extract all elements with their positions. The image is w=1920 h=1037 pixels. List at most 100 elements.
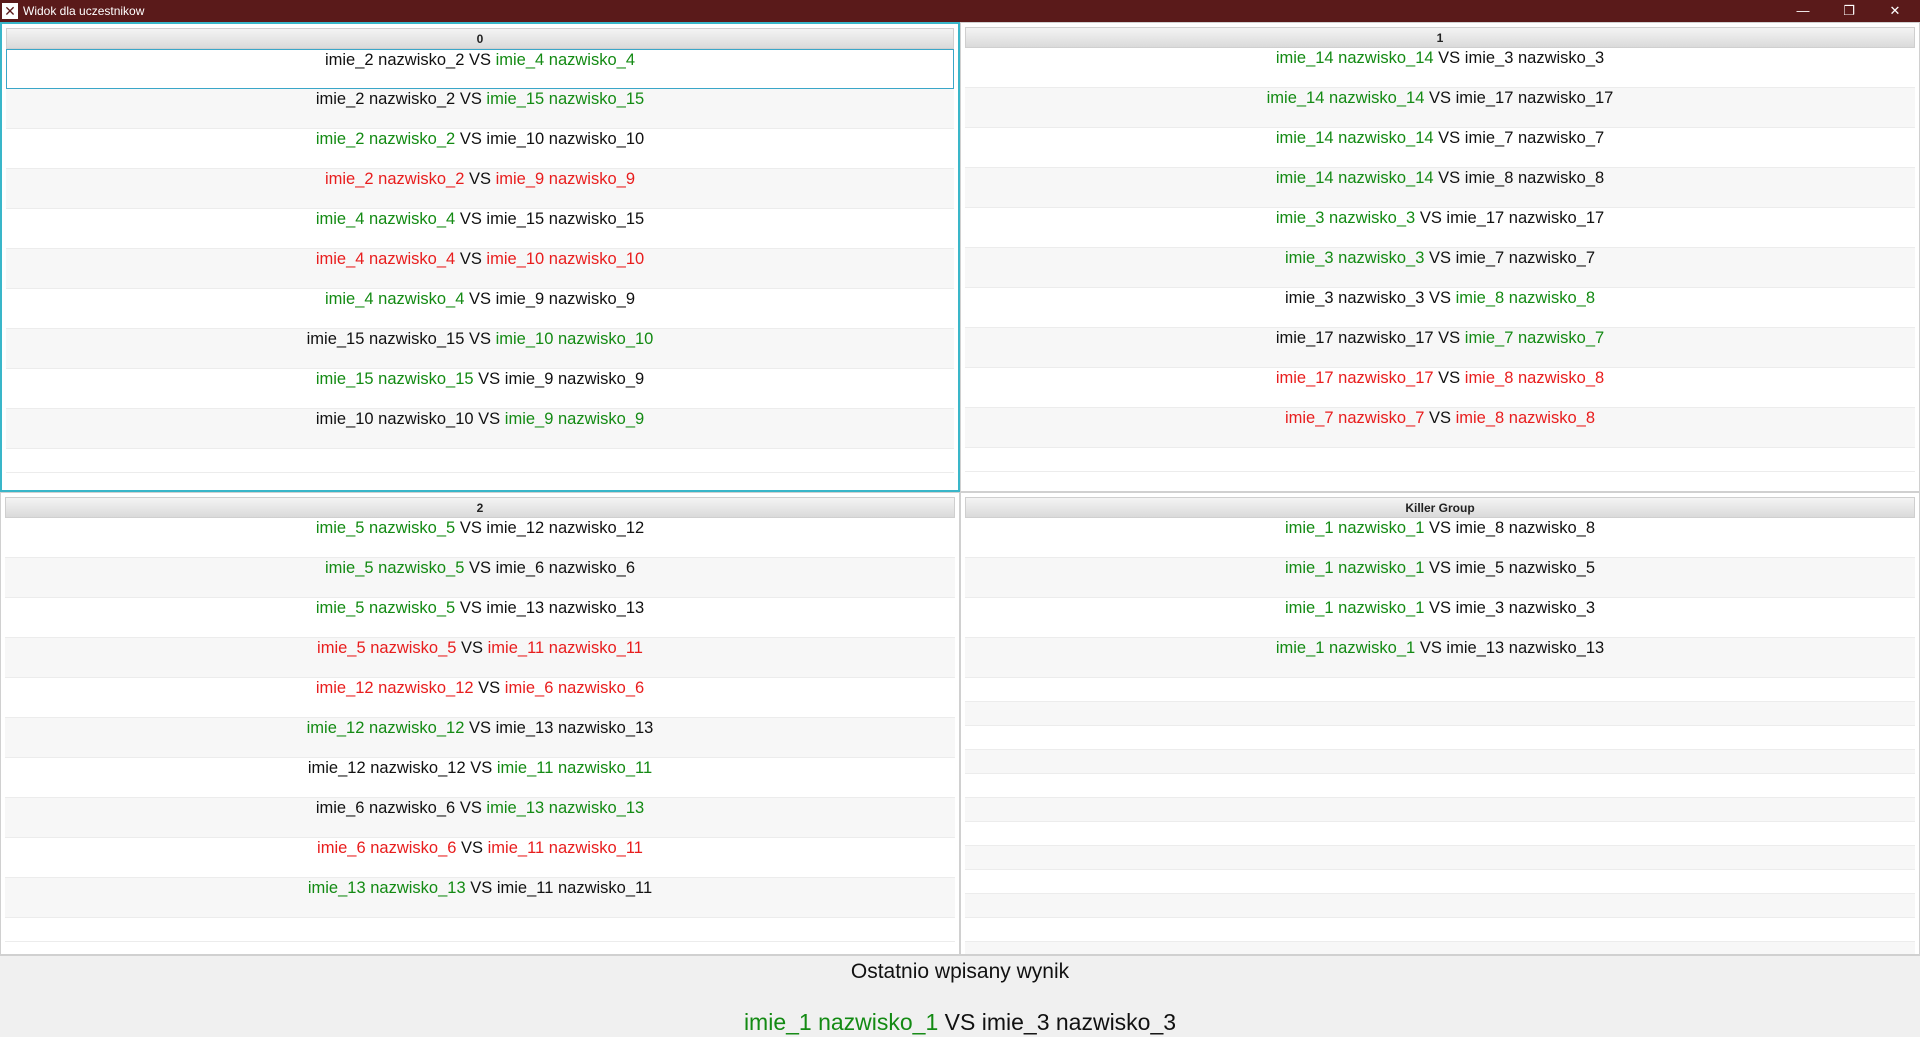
last-result-match: imie_1 nazwisko_1 VS imie_3 nazwisko_3 — [0, 1009, 1920, 1036]
player-b: imie_9 nazwisko_9 — [504, 410, 645, 428]
player-a: imie_14 nazwisko_14 — [1275, 49, 1434, 67]
vs-text: VS — [478, 410, 501, 428]
match-row[interactable]: imie_14 nazwisko_14 VS imie_17 nazwisko_… — [965, 88, 1915, 128]
player-a: imie_15 nazwisko_15 — [315, 370, 474, 388]
match-row[interactable]: imie_6 nazwisko_6 VS imie_11 nazwisko_11 — [5, 838, 955, 878]
match-row[interactable]: imie_1 nazwisko_1 VS imie_5 nazwisko_5 — [965, 558, 1915, 598]
group-panel-1[interactable]: 1 imie_14 nazwisko_14 VS imie_3 nazwisko… — [960, 22, 1920, 492]
match-row[interactable]: imie_5 nazwisko_5 VS imie_6 nazwisko_6 — [5, 558, 955, 598]
match-row[interactable]: imie_14 nazwisko_14 VS imie_7 nazwisko_7 — [965, 128, 1915, 168]
minimize-button[interactable]: — — [1780, 0, 1826, 22]
vs-text: VS — [459, 799, 482, 817]
empty-row — [6, 449, 954, 473]
empty-row — [965, 678, 1915, 702]
vs-text: VS — [459, 519, 482, 537]
player-b: imie_10 nazwisko_10 — [486, 250, 645, 268]
vs-text: VS — [1419, 209, 1442, 227]
last-result-player-b: imie_3 nazwisko_3 — [981, 1009, 1177, 1035]
match-row[interactable]: imie_4 nazwisko_4 VS imie_10 nazwisko_10 — [6, 249, 954, 289]
player-a: imie_3 nazwisko_3 — [1275, 209, 1416, 227]
player-b: imie_4 nazwisko_4 — [495, 51, 635, 69]
match-row[interactable]: imie_15 nazwisko_15 VS imie_9 nazwisko_9 — [6, 369, 954, 409]
match-row[interactable]: imie_3 nazwisko_3 VS imie_8 nazwisko_8 — [965, 288, 1915, 328]
empty-row — [965, 942, 1915, 954]
player-b: imie_12 nazwisko_12 — [486, 519, 645, 537]
player-a: imie_5 nazwisko_5 — [315, 599, 456, 617]
vs-text: VS — [459, 250, 482, 268]
vs-text: VS — [461, 839, 484, 857]
vs-text: VS — [459, 599, 482, 617]
match-row[interactable]: imie_14 nazwisko_14 VS imie_3 nazwisko_3 — [965, 48, 1915, 88]
match-row[interactable]: imie_12 nazwisko_12 VS imie_13 nazwisko_… — [5, 718, 955, 758]
match-row[interactable]: imie_5 nazwisko_5 VS imie_13 nazwisko_13 — [5, 598, 955, 638]
close-button[interactable]: ✕ — [1872, 0, 1918, 22]
match-row[interactable]: imie_2 nazwisko_2 VS imie_9 nazwisko_9 — [6, 169, 954, 209]
group-panel-killer[interactable]: Killer Group imie_1 nazwisko_1 VS imie_8… — [960, 492, 1920, 955]
vs-text: VS — [1438, 129, 1461, 147]
match-row[interactable]: imie_5 nazwisko_5 VS imie_11 nazwisko_11 — [5, 638, 955, 678]
group-panel-0[interactable]: 0 imie_2 nazwisko_2 VS imie_4 nazwisko_4… — [0, 22, 960, 492]
match-row[interactable]: imie_2 nazwisko_2 VS imie_10 nazwisko_10 — [6, 129, 954, 169]
vs-text: VS — [1428, 89, 1451, 107]
player-b: imie_7 nazwisko_7 — [1464, 329, 1605, 347]
player-a: imie_4 nazwisko_4 — [324, 290, 465, 308]
group-panel-2[interactable]: 2 imie_5 nazwisko_5 VS imie_12 nazwisko_… — [0, 492, 960, 955]
match-row[interactable]: imie_2 nazwisko_2 VS imie_15 nazwisko_15 — [6, 89, 954, 129]
match-row[interactable]: imie_17 nazwisko_17 VS imie_8 nazwisko_8 — [965, 368, 1915, 408]
vs-text: VS — [1428, 519, 1451, 537]
player-a: imie_7 nazwisko_7 — [1284, 409, 1425, 427]
player-b: imie_9 nazwisko_9 — [495, 170, 635, 188]
match-row[interactable]: imie_13 nazwisko_13 VS imie_11 nazwisko_… — [5, 878, 955, 918]
match-row[interactable]: imie_1 nazwisko_1 VS imie_3 nazwisko_3 — [965, 598, 1915, 638]
vs-text: VS — [459, 90, 482, 108]
empty-row — [965, 918, 1915, 942]
match-row[interactable]: imie_14 nazwisko_14 VS imie_8 nazwisko_8 — [965, 168, 1915, 208]
match-row[interactable]: imie_17 nazwisko_17 VS imie_7 nazwisko_7 — [965, 328, 1915, 368]
vs-text: VS — [459, 130, 482, 148]
match-row[interactable]: imie_2 nazwisko_2 VS imie_4 nazwisko_4 — [6, 49, 954, 89]
group-header: 1 — [965, 27, 1915, 48]
restore-button[interactable]: ❐ — [1826, 0, 1872, 22]
player-a: imie_2 nazwisko_2 — [324, 170, 465, 188]
vs-text: VS — [468, 290, 491, 308]
player-a: imie_6 nazwisko_6 — [317, 839, 457, 857]
match-list[interactable]: imie_5 nazwisko_5 VS imie_12 nazwisko_12… — [5, 518, 955, 942]
player-b: imie_10 nazwisko_10 — [495, 330, 654, 348]
vs-text: VS — [1428, 249, 1451, 267]
match-row[interactable]: imie_1 nazwisko_1 VS imie_13 nazwisko_13 — [965, 638, 1915, 678]
match-row[interactable]: imie_3 nazwisko_3 VS imie_7 nazwisko_7 — [965, 248, 1915, 288]
player-b: imie_7 nazwisko_7 — [1464, 129, 1605, 147]
last-result-label: Ostatnio wpisany wynik — [850, 960, 1070, 983]
match-list[interactable]: imie_1 nazwisko_1 VS imie_8 nazwisko_8 im… — [965, 518, 1915, 954]
match-row[interactable]: imie_15 nazwisko_15 VS imie_10 nazwisko_… — [6, 329, 954, 369]
title-bar: ✕ Widok dla uczestnikow — ❐ ✕ — [0, 0, 1920, 22]
vs-text: VS — [478, 679, 501, 697]
player-b: imie_10 nazwisko_10 — [486, 130, 645, 148]
match-row[interactable]: imie_6 nazwisko_6 VS imie_13 nazwisko_13 — [5, 798, 955, 838]
match-list[interactable]: imie_14 nazwisko_14 VS imie_3 nazwisko_3… — [965, 48, 1915, 472]
match-row[interactable]: imie_5 nazwisko_5 VS imie_12 nazwisko_12 — [5, 518, 955, 558]
app-icon: ✕ — [2, 3, 18, 19]
player-a: imie_15 nazwisko_15 — [306, 330, 465, 348]
empty-row — [965, 702, 1915, 726]
player-b: imie_8 nazwisko_8 — [1464, 369, 1605, 387]
player-a: imie_17 nazwisko_17 — [1275, 369, 1434, 387]
match-row[interactable]: imie_4 nazwisko_4 VS imie_9 nazwisko_9 — [6, 289, 954, 329]
match-row[interactable]: imie_3 nazwisko_3 VS imie_17 nazwisko_17 — [965, 208, 1915, 248]
group-header: 2 — [5, 497, 955, 518]
match-list[interactable]: imie_2 nazwisko_2 VS imie_4 nazwisko_4 im… — [6, 49, 954, 473]
match-row[interactable]: imie_12 nazwisko_12 VS imie_6 nazwisko_6 — [5, 678, 955, 718]
empty-row — [965, 774, 1915, 798]
match-row[interactable]: imie_7 nazwisko_7 VS imie_8 nazwisko_8 — [965, 408, 1915, 448]
player-a: imie_14 nazwisko_14 — [1275, 129, 1434, 147]
player-a: imie_4 nazwisko_4 — [315, 210, 456, 228]
match-row[interactable]: imie_10 nazwisko_10 VS imie_9 nazwisko_9 — [6, 409, 954, 449]
player-a: imie_10 nazwisko_10 — [315, 410, 474, 428]
match-row[interactable]: imie_1 nazwisko_1 VS imie_8 nazwisko_8 — [965, 518, 1915, 558]
vs-text: VS — [468, 330, 491, 348]
player-a: imie_3 nazwisko_3 — [1284, 249, 1425, 267]
match-row[interactable]: imie_12 nazwisko_12 VS imie_11 nazwisko_… — [5, 758, 955, 798]
player-a: imie_2 nazwisko_2 — [315, 130, 456, 148]
match-row[interactable]: imie_4 nazwisko_4 VS imie_15 nazwisko_15 — [6, 209, 954, 249]
player-a: imie_5 nazwisko_5 — [315, 519, 456, 537]
